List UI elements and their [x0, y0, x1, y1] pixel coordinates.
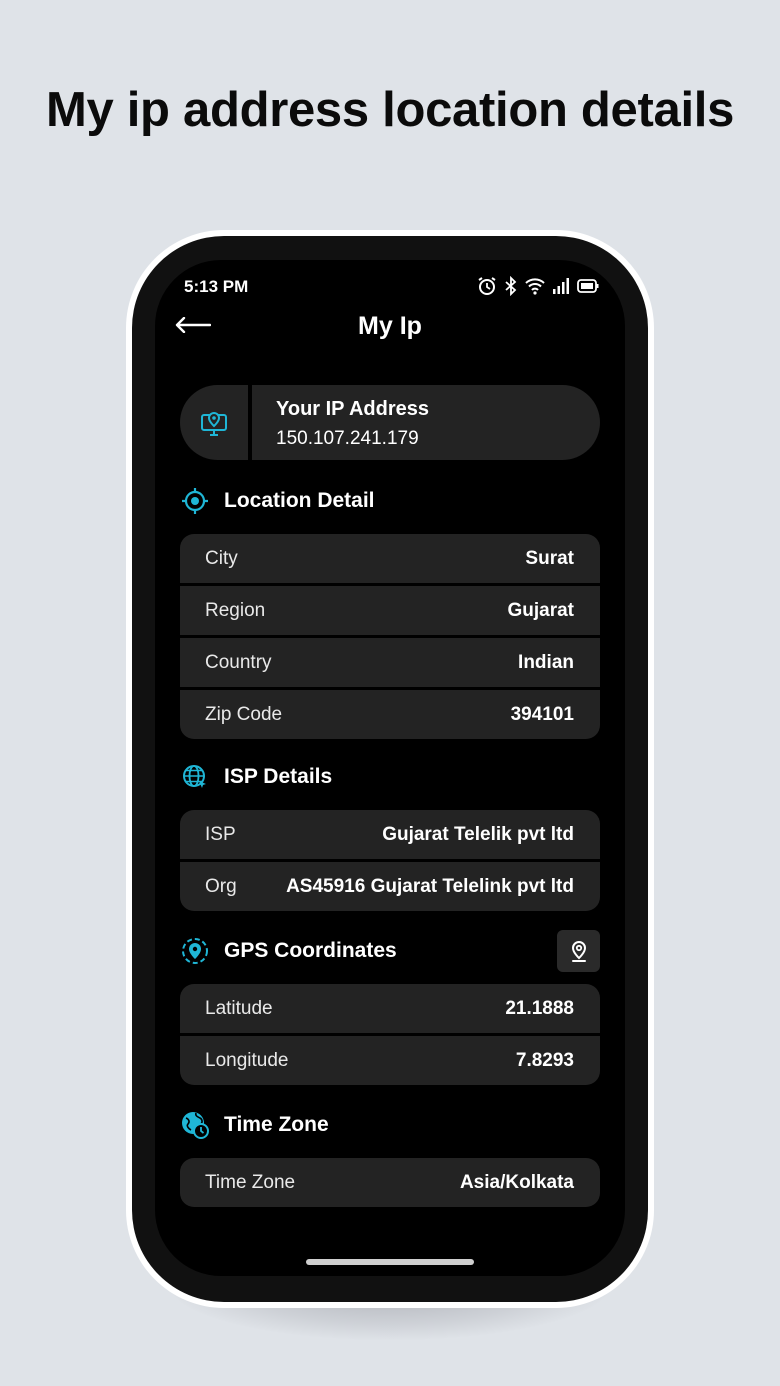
row-label: Latitude [205, 997, 273, 1019]
signal-icon [552, 277, 570, 295]
row-value: Asia/Kolkata [459, 1171, 574, 1193]
location-section-header: Location Detail [180, 486, 375, 516]
location-row-city: City Surat [180, 534, 600, 583]
battery-icon [577, 278, 599, 294]
location-detail-card: City Surat Region Gujarat Country Indian Zi… [180, 534, 600, 739]
gps-detail-card: Latitude 21.1888 Longitude 7.8293 [180, 984, 600, 1085]
row-value: 394101 [510, 703, 574, 725]
row-label: Longitude [205, 1049, 289, 1071]
gps-section-title: GPS Coordinates [224, 939, 397, 962]
ip-address-value: 150.107.241.179 [276, 428, 419, 449]
row-label: City [205, 547, 238, 569]
status-icons [477, 276, 599, 296]
row-value: Gujarat Telelik pvt ltd [382, 823, 574, 845]
screen-title: My Ip [358, 312, 422, 340]
isp-section-title: ISP Details [224, 765, 333, 788]
alarm-icon [477, 276, 497, 296]
location-section-title: Location Detail [224, 489, 375, 512]
isp-row-isp: ISP Gujarat Telelik pvt ltd [180, 810, 600, 859]
location-row-country: Country Indian [180, 635, 600, 687]
timezone-globe-icon [180, 1110, 210, 1140]
row-value: Indian [518, 651, 574, 673]
isp-row-org: Org AS45916 Gujarat Telelink pvt ltd [180, 859, 600, 911]
row-label: Time Zone [205, 1171, 296, 1193]
status-time: 5:13 PM [184, 277, 249, 296]
timezone-detail-card: Time Zone Asia/Kolkata [180, 1158, 600, 1207]
location-target-icon [180, 486, 210, 516]
ip-card-divider [248, 385, 252, 460]
ip-monitor-icon [180, 385, 248, 460]
row-value: 7.8293 [515, 1049, 574, 1071]
globe-icon [180, 762, 210, 792]
isp-detail-card: ISP Gujarat Telelik pvt ltd Org AS45916 Gu… [180, 810, 600, 911]
gps-row-latitude: Latitude 21.1888 [180, 984, 600, 1033]
timezone-section-title: Time Zone [224, 1113, 329, 1136]
phone-screen: 5:13 PM My Ip Your IP Address 150.107.24… [155, 260, 625, 1276]
bluetooth-icon [504, 276, 518, 296]
row-label: Region [205, 599, 266, 621]
map-pin-icon [571, 941, 586, 962]
ip-address-card: Your IP Address 150.107.241.179 [180, 385, 600, 460]
timezone-row: Time Zone Asia/Kolkata [180, 1158, 600, 1207]
location-row-zip: Zip Code 394101 [180, 687, 600, 739]
row-label: Zip Code [205, 703, 283, 725]
timezone-section-header: Time Zone [180, 1110, 329, 1140]
page-headline: My ip address location details [45, 83, 735, 137]
open-map-button[interactable] [557, 930, 600, 972]
row-value: Surat [525, 547, 574, 569]
gps-row-longitude: Longitude 7.8293 [180, 1033, 600, 1085]
isp-section-header: ISP Details [180, 762, 332, 792]
wifi-icon [525, 277, 545, 295]
row-label: Country [205, 651, 272, 673]
gps-section-header: GPS Coordinates [180, 936, 397, 966]
row-value: Gujarat [507, 599, 574, 621]
ip-address-label: Your IP Address [276, 398, 430, 420]
row-value: AS45916 Gujarat Telelink pvt ltd [286, 875, 574, 897]
row-label: Org [205, 875, 237, 897]
row-label: ISP [205, 823, 236, 845]
location-row-region: Region Gujarat [180, 583, 600, 635]
home-indicator[interactable] [306, 1259, 474, 1265]
gps-pin-icon [180, 936, 210, 966]
row-value: 21.1888 [505, 997, 574, 1019]
